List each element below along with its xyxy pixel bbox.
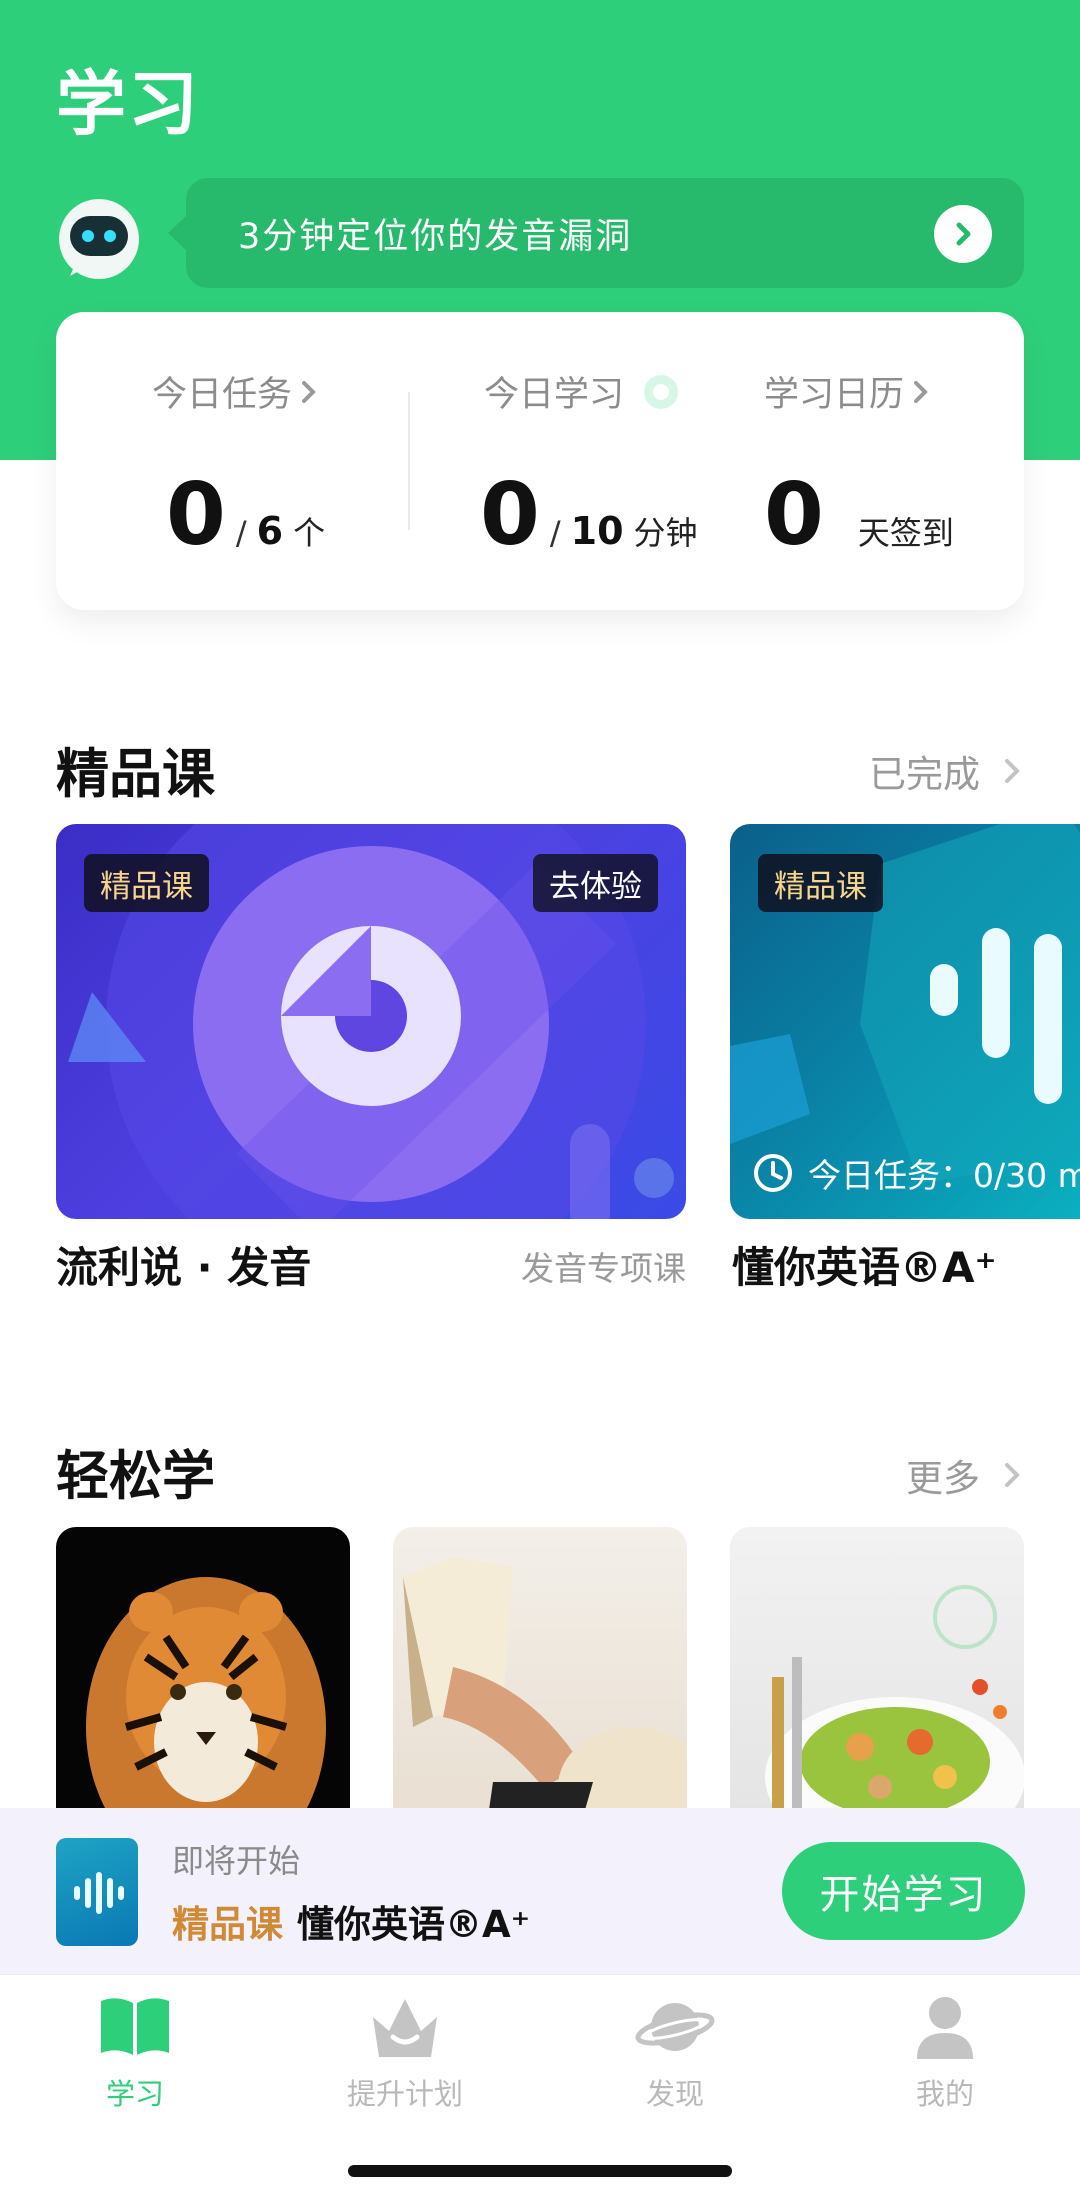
today-study-value: 0 / 10 分钟 [480, 465, 698, 565]
tiger-image [86, 1577, 326, 1817]
today-task-link[interactable]: 今日任务 [152, 366, 320, 417]
robot-avatar-icon[interactable] [56, 196, 142, 282]
study-calendar-label: 学习日历 [764, 375, 905, 415]
premium-tag: 精品课 [758, 854, 883, 912]
today-task-text: 今日任务：0/30 m [808, 1156, 1080, 1195]
user-icon [917, 1997, 973, 2059]
today-task-label: 今日任务 [152, 375, 293, 415]
tab-label: 发现 [645, 2077, 704, 2111]
today-task-value: 0 / 6 个 [166, 465, 326, 565]
course-name: 流利说 · 发音 [56, 1243, 312, 1292]
today-study-done: 0 [480, 465, 540, 565]
pronunciation-test-banner[interactable]: 3分钟定位你的发音漏洞 [168, 178, 1024, 288]
tab-label: 提升计划 [346, 2077, 463, 2111]
start-learning-button[interactable]: 开始学习 [782, 1842, 1025, 1940]
course-name: 懂你英语®A⁺ [732, 1243, 997, 1292]
daily-stats-card: 今日任务 0 / 6 个 今日学习 0 / 10 分钟 学习日历 0 天签到 [56, 312, 1024, 610]
course-cover-icon [56, 1838, 138, 1946]
course-card-pronunciation[interactable]: 精品课 去体验 [56, 824, 686, 1219]
study-calendar-link[interactable]: 学习日历 [764, 366, 932, 417]
tab-mine[interactable]: 我的 [810, 1975, 1080, 2125]
chevron-right-icon [934, 205, 992, 263]
today-study-total: 10 [570, 509, 624, 553]
chevron-right-icon [1005, 1463, 1020, 1487]
chevron-right-icon [914, 380, 928, 403]
reading-thumbnail[interactable] [393, 1527, 687, 1817]
upcoming-course-bar[interactable]: 即将开始 精品课 懂你英语®A⁺ 开始学习 [0, 1808, 1080, 1974]
upcoming-label: 即将开始 [172, 1842, 301, 1880]
checkin-days: 0 [764, 465, 824, 565]
try-button[interactable]: 去体验 [533, 854, 658, 912]
tab-label: 学习 [105, 2077, 164, 2111]
banner-text: 3分钟定位你的发音漏洞 [238, 217, 633, 257]
easy-section-title: 轻松学 [56, 1446, 215, 1507]
today-task-done: 0 [166, 465, 226, 565]
clock-icon [754, 1154, 792, 1192]
salad-thumbnail[interactable] [730, 1527, 1024, 1817]
book-icon [101, 1998, 169, 2055]
tab-discover[interactable]: 发现 [540, 1975, 810, 2125]
premium-completed-link[interactable]: 已完成 [869, 744, 1024, 798]
checkin-unit: 天签到 [857, 514, 954, 552]
tab-improve-plan[interactable]: 提升计划 [270, 1975, 540, 2125]
upcoming-tag: 精品课 [172, 1903, 283, 1946]
upcoming-name: 懂你英语®A⁺ [297, 1903, 531, 1946]
chevron-right-icon [1005, 759, 1020, 783]
tiger-thumbnail[interactable] [56, 1527, 350, 1817]
progress-ring-icon [644, 374, 679, 409]
chevron-right-icon [302, 380, 316, 403]
course-today-task: 今日任务：0/30 m [752, 1149, 1080, 1197]
page-title: 学习 [56, 63, 200, 145]
today-study-unit: 分钟 [633, 514, 698, 552]
tab-label: 我的 [915, 2077, 974, 2111]
upcoming-course-title: 精品课 懂你英语®A⁺ [172, 1894, 530, 1948]
easy-more-label: 更多 [906, 1457, 980, 1500]
tab-study[interactable]: 学习 [0, 1975, 270, 2125]
crown-icon [373, 1999, 437, 2057]
premium-section-title: 精品课 [56, 744, 215, 805]
planet-icon [635, 2003, 715, 2051]
reading-image [403, 1557, 687, 1817]
today-study-label-wrap: 今日学习 [484, 366, 679, 417]
easy-more-link[interactable]: 更多 [906, 1448, 1024, 1502]
today-task-unit: 个 [293, 514, 326, 552]
premium-more-label: 已完成 [869, 753, 980, 796]
divider [408, 392, 410, 530]
calendar-value: 0 天签到 [764, 472, 954, 558]
home-indicator[interactable] [348, 2165, 732, 2177]
today-task-total: 6 [256, 509, 284, 553]
course-subtitle: 发音专项课 [521, 1249, 686, 1288]
salad-image [765, 1585, 1024, 1817]
today-study-label: 今日学习 [484, 375, 625, 415]
course-card-dongni[interactable]: 精品课 今日任务：0/30 m [730, 824, 1080, 1219]
premium-tag: 精品课 [84, 854, 209, 912]
